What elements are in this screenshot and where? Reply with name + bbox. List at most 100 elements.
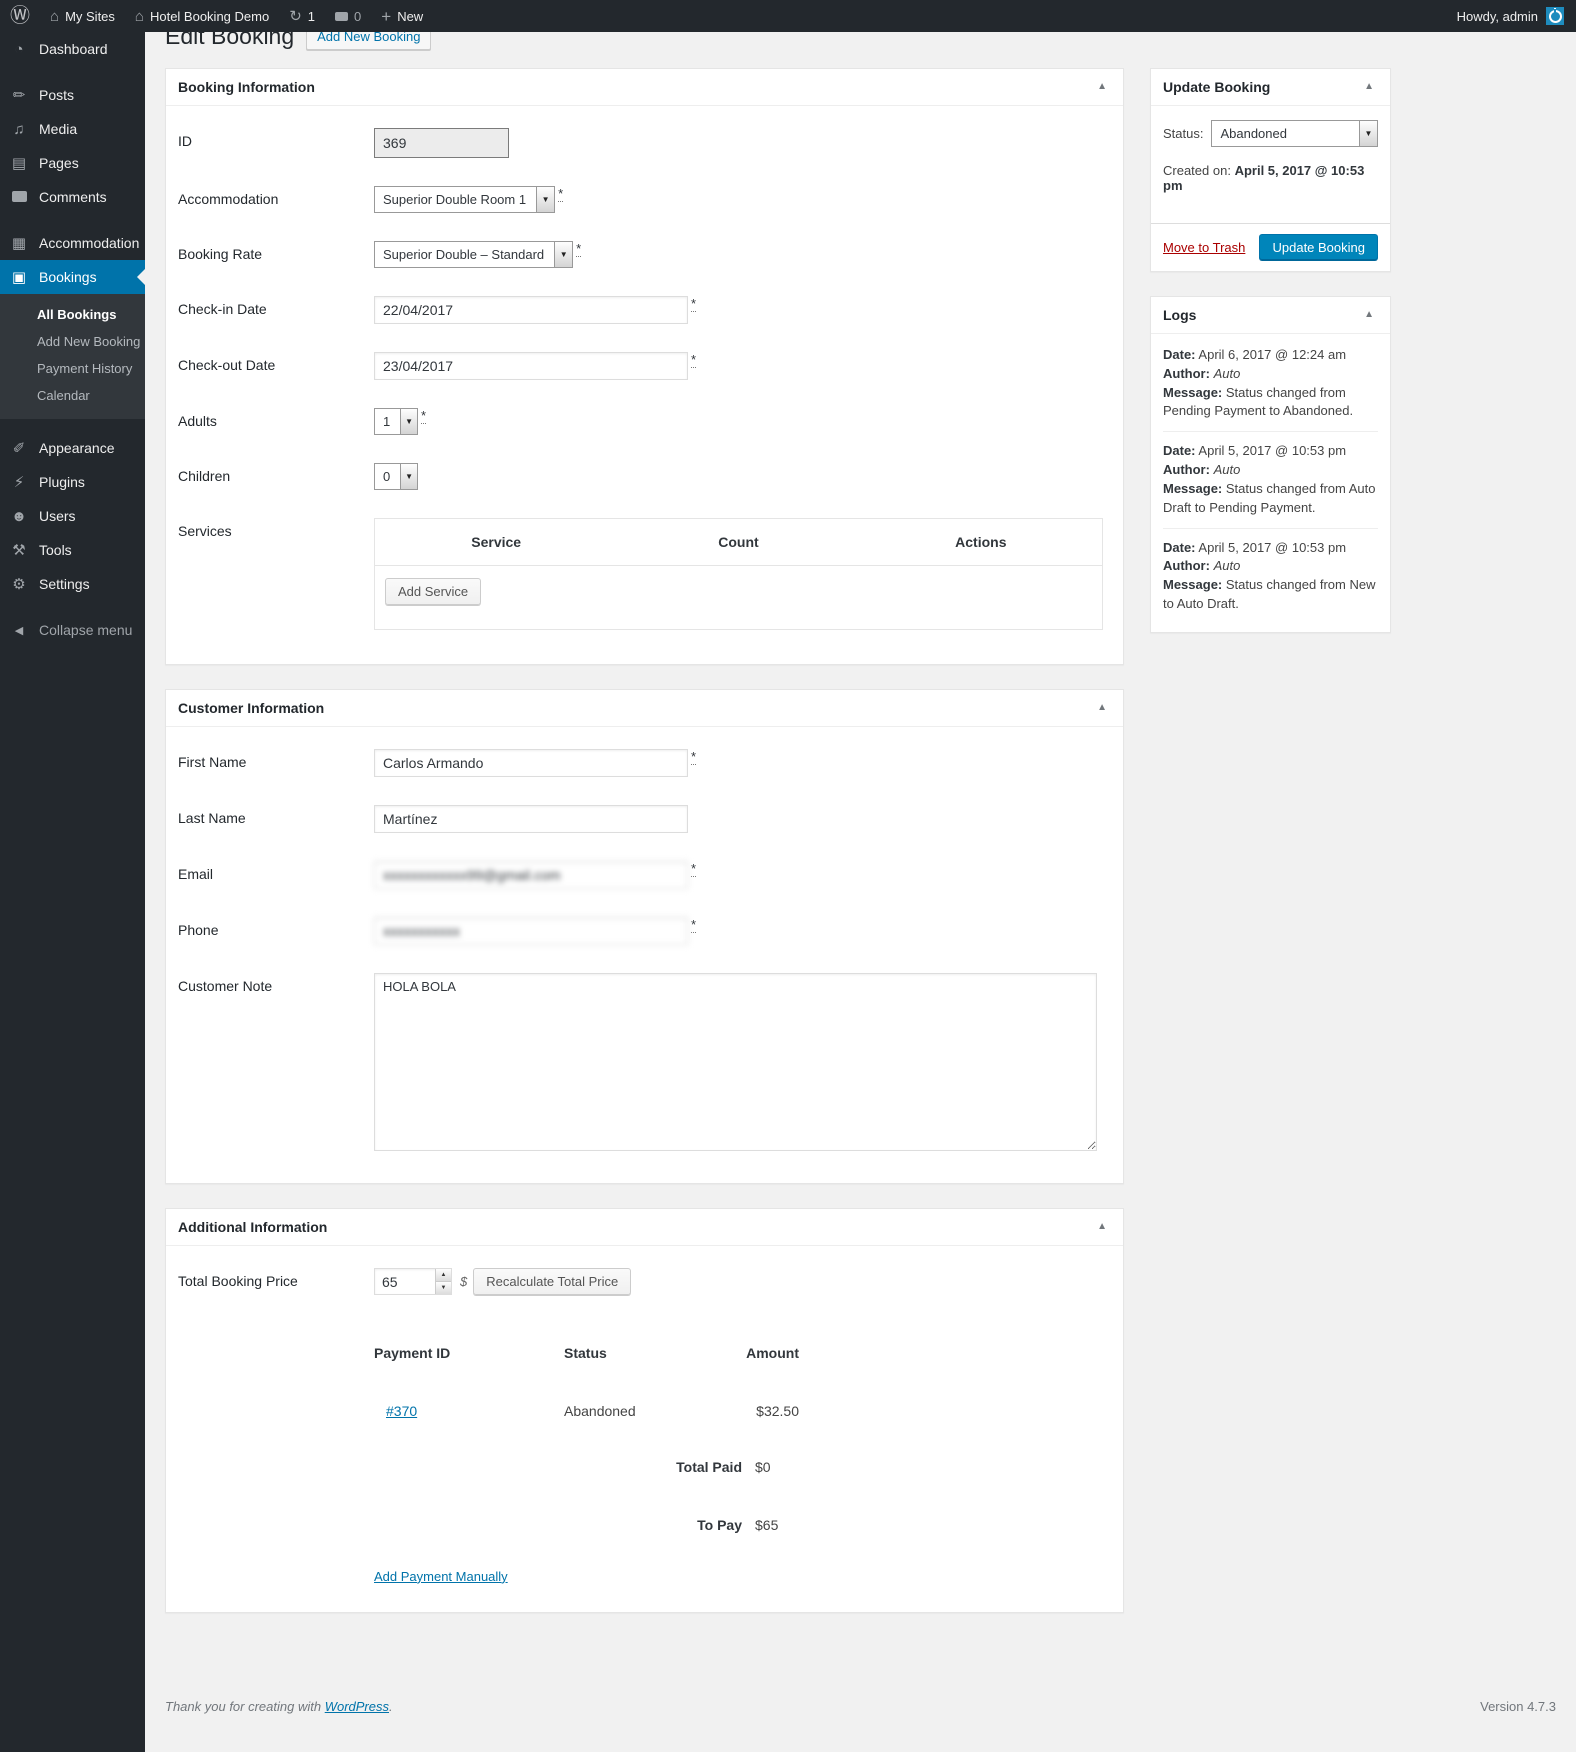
accommodation-label: Accommodation — [178, 190, 279, 207]
required-mark: * — [421, 407, 427, 425]
sidebar-item-label: Plugins — [39, 474, 85, 490]
building-icon: ▦ — [11, 235, 27, 252]
new-content-menu[interactable]: + New — [371, 0, 433, 32]
howdy-label[interactable]: Howdy, admin — [1457, 9, 1538, 24]
site-name-menu[interactable]: ⌂ Hotel Booking Demo — [125, 0, 279, 32]
stepper-up-icon[interactable]: ▲ — [436, 1268, 451, 1282]
sidebar-item-posts[interactable]: ✏ Posts — [0, 78, 145, 112]
wordpress-logo-menu[interactable]: Ⓦ — [0, 0, 40, 32]
children-label: Children — [178, 467, 231, 484]
booking-rate-select[interactable]: Superior Double – Standard ▼ — [374, 240, 574, 268]
created-on-label: Created on: — [1163, 162, 1231, 178]
collapse-toggle-icon[interactable]: ▲ — [1093, 702, 1111, 713]
payment-amount-header: Amount — [746, 1344, 799, 1361]
checkin-date-label: Check-in Date — [178, 300, 267, 317]
admin-footer: Thank you for creating with WordPress. V… — [165, 1699, 1556, 1728]
footer-thanks-text: Thank you for creating with — [165, 1698, 325, 1714]
logs-box: Logs ▲ Date: April 6, 2017 @ 12:24 am Au… — [1150, 295, 1391, 634]
payment-status-header: Status — [564, 1344, 607, 1361]
submenu-item-all-bookings[interactable]: All Bookings — [0, 301, 145, 328]
total-paid-label: Total Paid — [676, 1458, 742, 1475]
sidebar-item-appearance[interactable]: ✐ Appearance — [0, 431, 145, 465]
sidebar-item-bookings[interactable]: ▣ Bookings — [0, 260, 145, 294]
checkout-date-field[interactable] — [374, 351, 688, 380]
sidebar-item-accommodation[interactable]: ▦ Accommodation — [0, 226, 145, 260]
adults-label: Adults — [178, 412, 217, 429]
bookings-submenu: All Bookings Add New Booking Payment His… — [0, 294, 145, 419]
log-date-label: Date: — [1163, 346, 1196, 362]
logs-title: Logs — [1163, 306, 1197, 323]
submenu-item-payment-history[interactable]: Payment History — [0, 355, 145, 382]
collapse-toggle-icon[interactable]: ▲ — [1360, 309, 1378, 320]
log-message-label: Message: — [1163, 480, 1223, 496]
sidebar-item-comments[interactable]: Comments — [0, 180, 145, 214]
customer-note-label: Customer Note — [178, 977, 273, 994]
sidebar-item-settings[interactable]: ⚙ Settings — [0, 567, 145, 601]
email-field[interactable] — [374, 860, 688, 889]
my-sites-label: My Sites — [65, 8, 115, 24]
version-label: Version 4.7.3 — [1480, 1698, 1556, 1714]
move-to-trash-link[interactable]: Move to Trash — [1163, 240, 1245, 255]
stepper-down-icon[interactable]: ▼ — [436, 1281, 451, 1294]
sidebar-item-media[interactable]: ♫ Media — [0, 112, 145, 146]
sidebar-item-plugins[interactable]: ⚡ Plugins — [0, 465, 145, 499]
admin-bar: Ⓦ ⌂ My Sites ⌂ Hotel Booking Demo ↻ 1 0 … — [0, 0, 1576, 32]
sidebar-item-users[interactable]: ☻ Users — [0, 499, 145, 533]
booking-status-select[interactable]: Abandoned ▼ — [1211, 119, 1378, 147]
submenu-item-add-new-booking[interactable]: Add New Booking — [0, 328, 145, 355]
children-select[interactable]: 0 ▼ — [374, 462, 418, 490]
booking-information-box: Booking Information ▲ ID Accommodation S… — [165, 67, 1124, 665]
required-mark: * — [691, 351, 697, 369]
customer-note-field[interactable]: HOLA BOLA — [374, 972, 1097, 1151]
recalculate-total-price-button[interactable]: Recalculate Total Price — [473, 1267, 632, 1295]
comments-menu[interactable]: 0 — [325, 0, 371, 32]
gear-icon: ⚙ — [12, 576, 26, 593]
checkin-date-field[interactable] — [374, 295, 688, 324]
sidebar-item-label: Media — [39, 121, 78, 137]
first-name-field[interactable] — [374, 748, 688, 777]
comments-icon — [9, 189, 29, 206]
email-label: Email — [178, 865, 214, 882]
required-mark: * — [558, 185, 564, 203]
updates-icon: ↻ — [289, 7, 302, 25]
collapse-toggle-icon[interactable]: ▲ — [1093, 1221, 1111, 1232]
admin-sidebar: ◔ Dashboard ✏ Posts ♫ Media ▤ Pages Comm… — [0, 32, 145, 1752]
sidebar-item-label: Tools — [39, 542, 72, 558]
sidebar-item-label: Bookings — [39, 269, 97, 285]
plugin-icon: ⚡ — [13, 474, 25, 491]
payments-table: Payment ID Status Amount #370 Abandoned … — [374, 1345, 804, 1584]
add-service-button[interactable]: Add Service — [385, 577, 482, 605]
log-entry: Date: April 5, 2017 @ 10:53 pm Author: A… — [1163, 527, 1378, 624]
update-booking-button[interactable]: Update Booking — [1259, 233, 1378, 261]
last-name-field[interactable] — [374, 804, 688, 833]
wordpress-link[interactable]: WordPress — [325, 1699, 389, 1714]
collapse-toggle-icon[interactable]: ▲ — [1360, 81, 1378, 92]
sidebar-item-tools[interactable]: ⚒ Tools — [0, 533, 145, 567]
booking-information-title: Booking Information — [178, 78, 315, 95]
customer-information-box: Customer Information ▲ First Name * Last… — [165, 688, 1124, 1184]
log-author-value: Auto — [1213, 462, 1241, 478]
accommodation-value: Superior Double Room 1 — [383, 191, 527, 207]
sidebar-item-dashboard[interactable]: ◔ Dashboard — [0, 32, 145, 66]
comments-count: 0 — [354, 8, 362, 24]
sidebar-item-label: Users — [39, 508, 76, 524]
updates-menu[interactable]: ↻ 1 — [279, 0, 325, 32]
collapse-toggle-icon[interactable]: ▲ — [1093, 81, 1111, 92]
adults-select[interactable]: 1 ▼ — [374, 407, 418, 435]
select-arrow-icon: ▼ — [1359, 120, 1377, 146]
booking-status-value: Abandoned — [1220, 125, 1287, 141]
payment-id-link[interactable]: #370 — [386, 1403, 417, 1419]
total-price-stepper[interactable]: 65 ▲ ▼ — [374, 1267, 452, 1295]
select-arrow-icon: ▼ — [554, 241, 573, 267]
collapse-menu-button[interactable]: ◀ Collapse menu — [0, 613, 145, 647]
user-avatar[interactable] — [1546, 7, 1564, 25]
add-payment-manually-link[interactable]: Add Payment Manually — [374, 1569, 508, 1584]
log-author-value: Auto — [1213, 558, 1241, 574]
brush-icon: ✐ — [12, 440, 26, 457]
phone-field[interactable] — [374, 916, 688, 945]
sidebar-item-label: Dashboard — [39, 41, 108, 57]
sidebar-item-pages[interactable]: ▤ Pages — [0, 146, 145, 180]
accommodation-select[interactable]: Superior Double Room 1 ▼ — [374, 185, 556, 213]
my-sites-menu[interactable]: ⌂ My Sites — [40, 0, 125, 32]
submenu-item-calendar[interactable]: Calendar — [0, 382, 145, 409]
